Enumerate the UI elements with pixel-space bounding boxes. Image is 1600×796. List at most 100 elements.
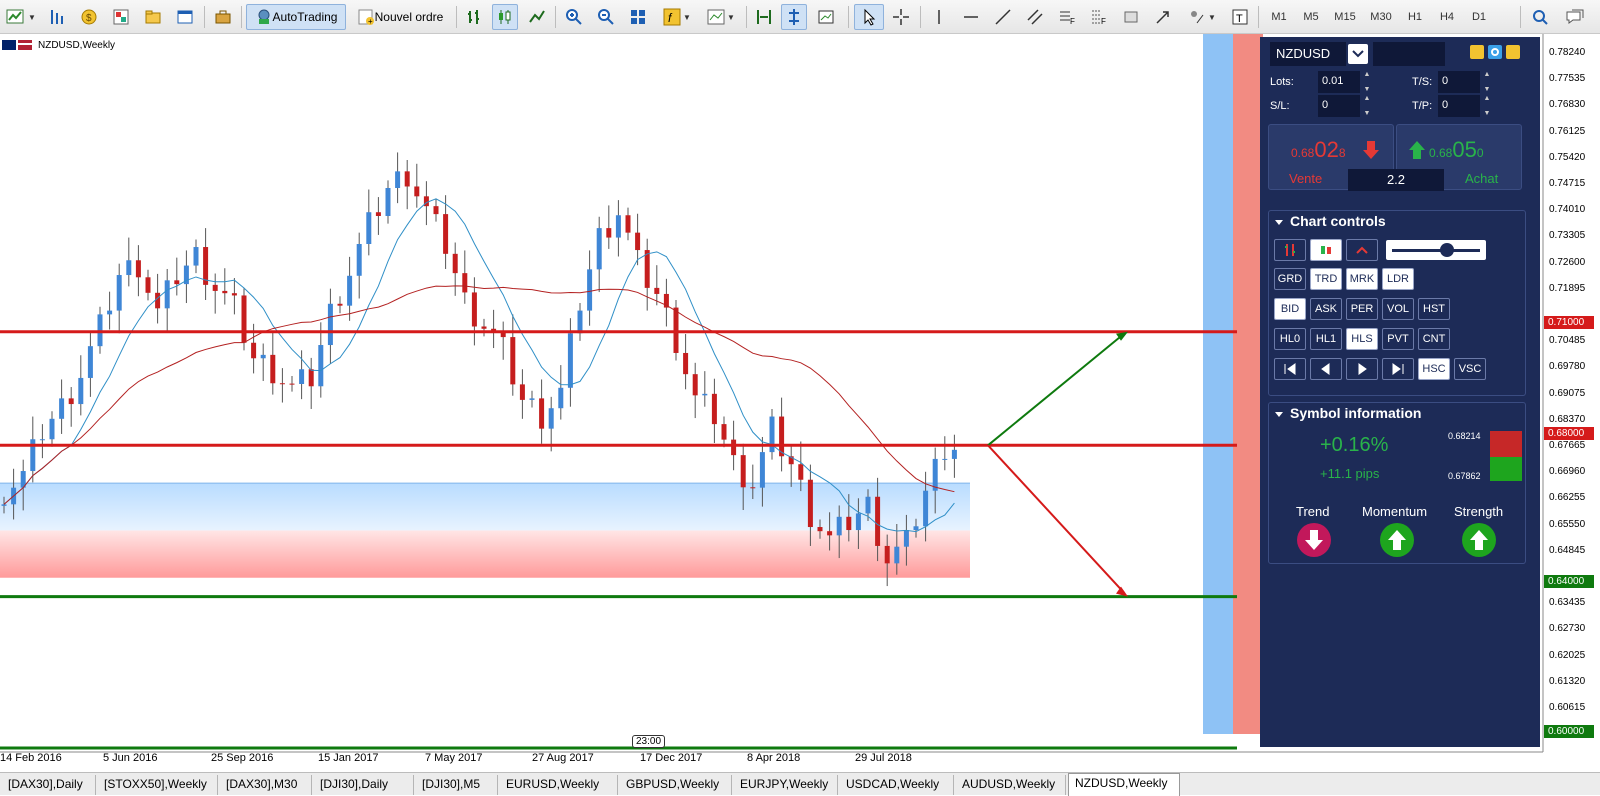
chart-control-ask-button[interactable]: ASK bbox=[1310, 298, 1342, 320]
chart-tab[interactable]: GBPUSD,Weekly bbox=[620, 775, 732, 795]
candle-type-button[interactable] bbox=[1310, 239, 1342, 261]
chart-control-hsc-button[interactable]: HSC bbox=[1418, 358, 1450, 380]
chart-control-vol-button[interactable]: VOL bbox=[1382, 298, 1414, 320]
chart-tab[interactable]: EURJPY,Weekly bbox=[734, 775, 838, 795]
timeframe-m5[interactable]: M5 bbox=[1296, 4, 1326, 30]
expand-icon[interactable] bbox=[1506, 45, 1520, 59]
chart-control-trd-button[interactable]: TRD bbox=[1310, 268, 1342, 290]
tile-windows-icon bbox=[631, 10, 645, 24]
chart-control-per-button[interactable]: PER bbox=[1346, 298, 1378, 320]
chart-control-hl0-button[interactable]: HL0 bbox=[1274, 328, 1306, 350]
chart-tab[interactable]: NZDUSD,Weekly bbox=[1068, 773, 1180, 796]
chart-control-cnt-button[interactable]: CNT bbox=[1418, 328, 1450, 350]
fibonacci-button[interactable]: F bbox=[1054, 4, 1080, 30]
autoscroll-button[interactable] bbox=[781, 4, 807, 30]
new-order-button[interactable]: + Nouvel ordre bbox=[350, 4, 450, 30]
chart-control-hls-button[interactable]: HLS bbox=[1346, 328, 1378, 350]
chart-control-hst-button[interactable]: HST bbox=[1418, 298, 1450, 320]
time-axis-label: 5 Jun 2016 bbox=[103, 752, 158, 764]
sl-stepper[interactable]: ▲ ▼ bbox=[1362, 95, 1372, 117]
prev-bar-button[interactable] bbox=[1310, 358, 1342, 380]
tp-input[interactable]: 0 bbox=[1438, 95, 1480, 117]
chart-shift-button[interactable] bbox=[751, 4, 777, 30]
timeframe-m30[interactable]: M30 bbox=[1364, 4, 1398, 30]
shapes-button[interactable]: ▼ bbox=[1182, 4, 1222, 30]
data-window-button[interactable]: $ bbox=[76, 4, 102, 30]
bar-chart-button[interactable] bbox=[462, 4, 488, 30]
chart-control-grd-button[interactable]: GRD bbox=[1274, 268, 1306, 290]
zoom-out-button[interactable] bbox=[593, 4, 619, 30]
equidistant-channel-button[interactable] bbox=[1022, 4, 1048, 30]
arrow-tool-button[interactable] bbox=[1150, 4, 1176, 30]
new-chart-button[interactable]: ▼ bbox=[2, 4, 40, 30]
screenshot-button[interactable] bbox=[813, 4, 839, 30]
tile-windows-button[interactable] bbox=[625, 4, 651, 30]
price-axis-label: 0.63435 bbox=[1549, 597, 1586, 609]
search-button[interactable] bbox=[1526, 4, 1554, 30]
symbol-select[interactable]: NZDUSD bbox=[1270, 42, 1346, 66]
chart-tab[interactable]: AUDUSD,Weekly bbox=[956, 775, 1066, 795]
chart-tab[interactable]: [DAX30],Daily bbox=[2, 775, 96, 795]
navigator-button[interactable] bbox=[108, 4, 134, 30]
timeframe-m1[interactable]: M1 bbox=[1264, 4, 1294, 30]
collapse-icon[interactable] bbox=[1274, 217, 1284, 227]
timeframe-h4[interactable]: H4 bbox=[1432, 4, 1462, 30]
timeframe-h1[interactable]: H1 bbox=[1400, 4, 1430, 30]
chart-control-vsc-button[interactable]: VSC bbox=[1454, 358, 1486, 380]
cursor-tool-button[interactable] bbox=[854, 4, 884, 30]
text-objects-button[interactable]: F bbox=[1086, 4, 1112, 30]
chart-tab[interactable]: [DJI30],M5 bbox=[416, 775, 498, 795]
autotrading-label: AutoTrading bbox=[272, 10, 338, 24]
indicators-button[interactable]: f ▼ bbox=[657, 4, 697, 30]
chart-control-hl1-button[interactable]: HL1 bbox=[1310, 328, 1342, 350]
chart-tab[interactable]: [STOXX50],Weekly bbox=[98, 775, 218, 795]
zoom-slider[interactable] bbox=[1386, 240, 1486, 260]
timeframe-m15[interactable]: M15 bbox=[1328, 4, 1362, 30]
collapse-icon[interactable] bbox=[1274, 409, 1284, 419]
chart-control-ldr-button[interactable]: LDR bbox=[1382, 268, 1414, 290]
tp-stepper[interactable]: ▲ ▼ bbox=[1482, 95, 1492, 117]
settings-button[interactable] bbox=[1488, 45, 1502, 59]
chat-button[interactable] bbox=[1560, 4, 1590, 30]
lots-input[interactable]: 0.01 bbox=[1318, 71, 1360, 93]
candlestick-button[interactable] bbox=[492, 4, 518, 30]
autotrading-button[interactable]: AutoTrading bbox=[246, 4, 346, 30]
line-chart-button[interactable] bbox=[524, 4, 550, 30]
lots-stepper[interactable]: ▲ ▼ bbox=[1362, 71, 1372, 93]
symbol-dropdown-button[interactable] bbox=[1348, 44, 1368, 64]
candle-body bbox=[558, 387, 564, 409]
templates-button[interactable]: ▼ bbox=[701, 4, 741, 30]
ts-stepper[interactable]: ▲ ▼ bbox=[1482, 71, 1492, 93]
chart-tab[interactable]: [DAX30],M30 bbox=[220, 775, 312, 795]
line-type-button[interactable] bbox=[1346, 239, 1378, 261]
chart-control-bid-button[interactable]: BID bbox=[1274, 298, 1306, 320]
horizontal-line-icon bbox=[964, 16, 978, 18]
crosshair-tool-button[interactable] bbox=[888, 4, 914, 30]
text-label-button[interactable]: T bbox=[1228, 4, 1252, 30]
ts-input[interactable]: 0 bbox=[1438, 71, 1480, 93]
next-bar-button[interactable] bbox=[1346, 358, 1378, 380]
rectangle-button[interactable] bbox=[1118, 4, 1144, 30]
options-button[interactable] bbox=[210, 4, 236, 30]
terminal-button[interactable] bbox=[140, 4, 166, 30]
chart-tab[interactable]: [DJI30],Daily bbox=[314, 775, 414, 795]
chart-tab[interactable]: EURUSD,Weekly bbox=[500, 775, 618, 795]
strategy-tester-button[interactable] bbox=[172, 4, 198, 30]
horizontal-line-button[interactable] bbox=[958, 4, 984, 30]
first-bar-button[interactable] bbox=[1274, 358, 1306, 380]
chart-control-pvt-button[interactable]: PVT bbox=[1382, 328, 1414, 350]
zoom-in-button[interactable] bbox=[561, 4, 587, 30]
sl-input[interactable]: 0 bbox=[1318, 95, 1360, 117]
trendline-button[interactable] bbox=[990, 4, 1016, 30]
chart-control-mrk-button[interactable]: MRK bbox=[1346, 268, 1378, 290]
symbol-search-field[interactable] bbox=[1373, 42, 1445, 66]
last-bar-button[interactable] bbox=[1382, 358, 1414, 380]
chart-tab[interactable]: USDCAD,Weekly bbox=[840, 775, 954, 795]
copy-icon[interactable] bbox=[1470, 45, 1484, 59]
vertical-line-button[interactable] bbox=[926, 4, 952, 30]
price-axis-label: 0.65550 bbox=[1549, 518, 1586, 530]
svg-text:F: F bbox=[1101, 17, 1106, 26]
timeframe-d1[interactable]: D1 bbox=[1464, 4, 1494, 30]
market-watch-button[interactable] bbox=[44, 4, 70, 30]
bar-type-button[interactable] bbox=[1274, 239, 1306, 261]
